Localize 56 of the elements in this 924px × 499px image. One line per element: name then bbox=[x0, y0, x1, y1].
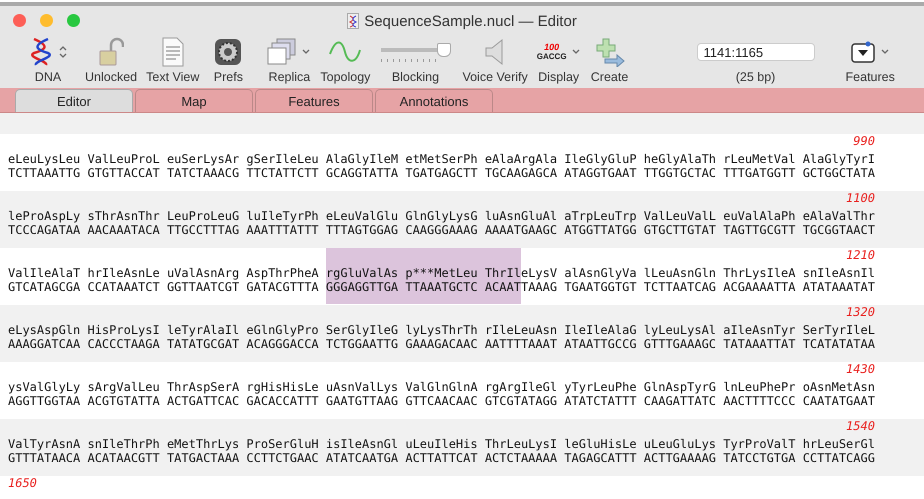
toolbar-label[interactable]: Features bbox=[846, 70, 895, 84]
tab[interactable]: Editor bbox=[15, 89, 133, 112]
protein-sequence: eLysAspGln HisProLysI leTyrAlaIl eGlnGlyPro SerGlyIleG lyLysThrTh rIleLeuAsn IleIleAlaG lyLeuLysAl aIleAsnTyr SerTyrIleL bbox=[8, 323, 875, 337]
protein-sequence: ysValGlyLy sArgValLeu ThrAspSerA rgHisHisLe uAsnValLys ValGlnGlnA rgArgIleGl yTyrLeuPhe GlnAspTyrG lnLeuPhePr oAsnMetAsn bbox=[8, 380, 875, 394]
toolbar-label[interactable]: Text View bbox=[146, 70, 200, 84]
wave-icon bbox=[328, 40, 362, 64]
plus-arrow-icon bbox=[594, 37, 625, 67]
position-number: 1540 bbox=[845, 419, 875, 433]
toolbar-label[interactable]: Replica bbox=[268, 70, 310, 84]
gear-icon bbox=[214, 38, 242, 66]
document-icon bbox=[162, 37, 184, 67]
dna-sequence: GTTTATAACA ACATAACGTT TATGACTAAA CCTTCTGAAC ATATCAATGA ACTTATTCAT ACTCTAAAAA TAGAGCATTT ACTTGAAAAG TATCCTGTGA CCTTATCAGG bbox=[8, 451, 875, 465]
minimize-button[interactable] bbox=[40, 14, 53, 27]
toolbar-label[interactable]: Prefs bbox=[214, 70, 243, 84]
position-number: 990 bbox=[852, 134, 875, 148]
selected-sequence: GGGAGGTTGA TTAAATGCTC ACAAT bbox=[326, 280, 521, 304]
sequence-count: 100 bbox=[544, 43, 560, 52]
tab[interactable]: Annotations bbox=[375, 89, 493, 112]
sequence-sample: GACCG bbox=[536, 52, 567, 61]
position-number: 1650 bbox=[8, 476, 37, 490]
tab[interactable]: Map bbox=[135, 89, 253, 112]
padlock-icon bbox=[98, 37, 124, 67]
protein-sequence: ValTyrAsnA snIleThrPh eMetThrLys ProSerGluH isIleAsnGl uLeuIleHis ThrLeuLysI leGluHisLe uLeuGluLys TyrProValT hrLeuSerGl bbox=[8, 437, 875, 451]
dna-sequence: AAAGGATCAA CACCCTAAGA TATATGCGAT ACAGGGACCA TCTGGAATTG GAAAGACAAC AATTTTAAAT ATAATTGCCG GTTTGAAAGC TATAAATTAT TCATATATAA bbox=[8, 337, 875, 351]
tab[interactable]: Features bbox=[255, 89, 373, 112]
dna-sequence: TAAAG TGAATGGTGT TCTTAATCAG ACGAAAATTA ATATAAATAT bbox=[520, 280, 875, 294]
document-icon bbox=[347, 13, 360, 29]
tray-icon bbox=[850, 40, 876, 64]
toolbar-label[interactable]: DNA bbox=[34, 70, 62, 84]
protein-sequence: eLeuLysLeu ValLeuProL euSerLysAr gSerIleLeu AlaGlyIleM etMetSerPh eAlaArgAla IleGlyGluP heGlyAlaTh rLeuMetVal AlaGlyTyrI bbox=[8, 152, 875, 166]
dna-sequence: AGGTTGGTAA ACGTGTATTA ACTGATTCAC GACACCATTT GAATGTTAAG GTTCAACAAC GTCGTATAGG ATATCTATTT CAAGATTATC AACTTTTCCC CAATATGAAT bbox=[8, 394, 875, 408]
toolbar-label[interactable]: Voice Verify bbox=[462, 70, 528, 84]
selected-sequence: rgGluValAs p***MetLeu ThrIl bbox=[326, 248, 521, 280]
protein-sequence: ValIleAlaT hrIleAsnLe uValAsnArg AspThrPheA bbox=[8, 266, 320, 280]
zoom-button[interactable] bbox=[67, 14, 80, 27]
dna-sequence: TCCCAGATAA AACAAATACA TTGCCTTTAG AAATTTATTT TTTAGTGGAG CAAGGGAAAG AAAATGAAGC ATGGTTATGG GTGCTTGTAT TAGTTGCGTT TGCGGTAACT bbox=[8, 223, 875, 237]
protein-sequence: leProAspLy sThrAsnThr LeuProLeuG luIleTyrPh eLeuValGlu GlnGlyLysG luAsnGluAl aTrpLeuTrp ValLeuValL euValAlaPh eAlaValThr bbox=[8, 209, 875, 223]
dna-sequence: TCTTAAATTG GTGTTACCAT TATCTAAACG TTCTATTCTT GCAGGTATTA TGATGAGCTT TGCAAGAGCA ATAGGTGAAT TTGGTGCTAC TTTGATGGTT GCTGGCTATA bbox=[8, 166, 875, 180]
toolbar-label[interactable]: Unlocked bbox=[85, 70, 138, 84]
slider-thumb[interactable] bbox=[436, 42, 451, 56]
position-number: 1210 bbox=[845, 248, 875, 262]
range-field[interactable]: 1141:1165 bbox=[696, 43, 815, 61]
dna-icon bbox=[28, 37, 54, 67]
dna-sequence: GTCATAGCGA CCATAAATCT GGTTAATCGT GATACGTTTA bbox=[8, 280, 320, 294]
toolbar-label[interactable]: Topology bbox=[320, 70, 370, 84]
protein-sequence: eLysV alAsnGlyVa lLeuAsnGln ThrLysIleA snIleAsnIl bbox=[520, 266, 875, 280]
window-title: SequenceSample.nucl — Editor bbox=[364, 12, 577, 30]
toolbar-label[interactable]: Create bbox=[590, 70, 628, 84]
length-label: (25 bp) bbox=[736, 70, 776, 84]
toolbar-label[interactable]: Display bbox=[538, 70, 580, 84]
close-button[interactable] bbox=[13, 14, 26, 27]
display-icon[interactable]: 100 GACCG bbox=[536, 43, 567, 61]
position-number: 1100 bbox=[845, 191, 875, 205]
position-number: 1320 bbox=[845, 305, 875, 319]
toolbar-label[interactable]: Blocking bbox=[392, 70, 440, 84]
position-number: 1430 bbox=[845, 362, 875, 376]
